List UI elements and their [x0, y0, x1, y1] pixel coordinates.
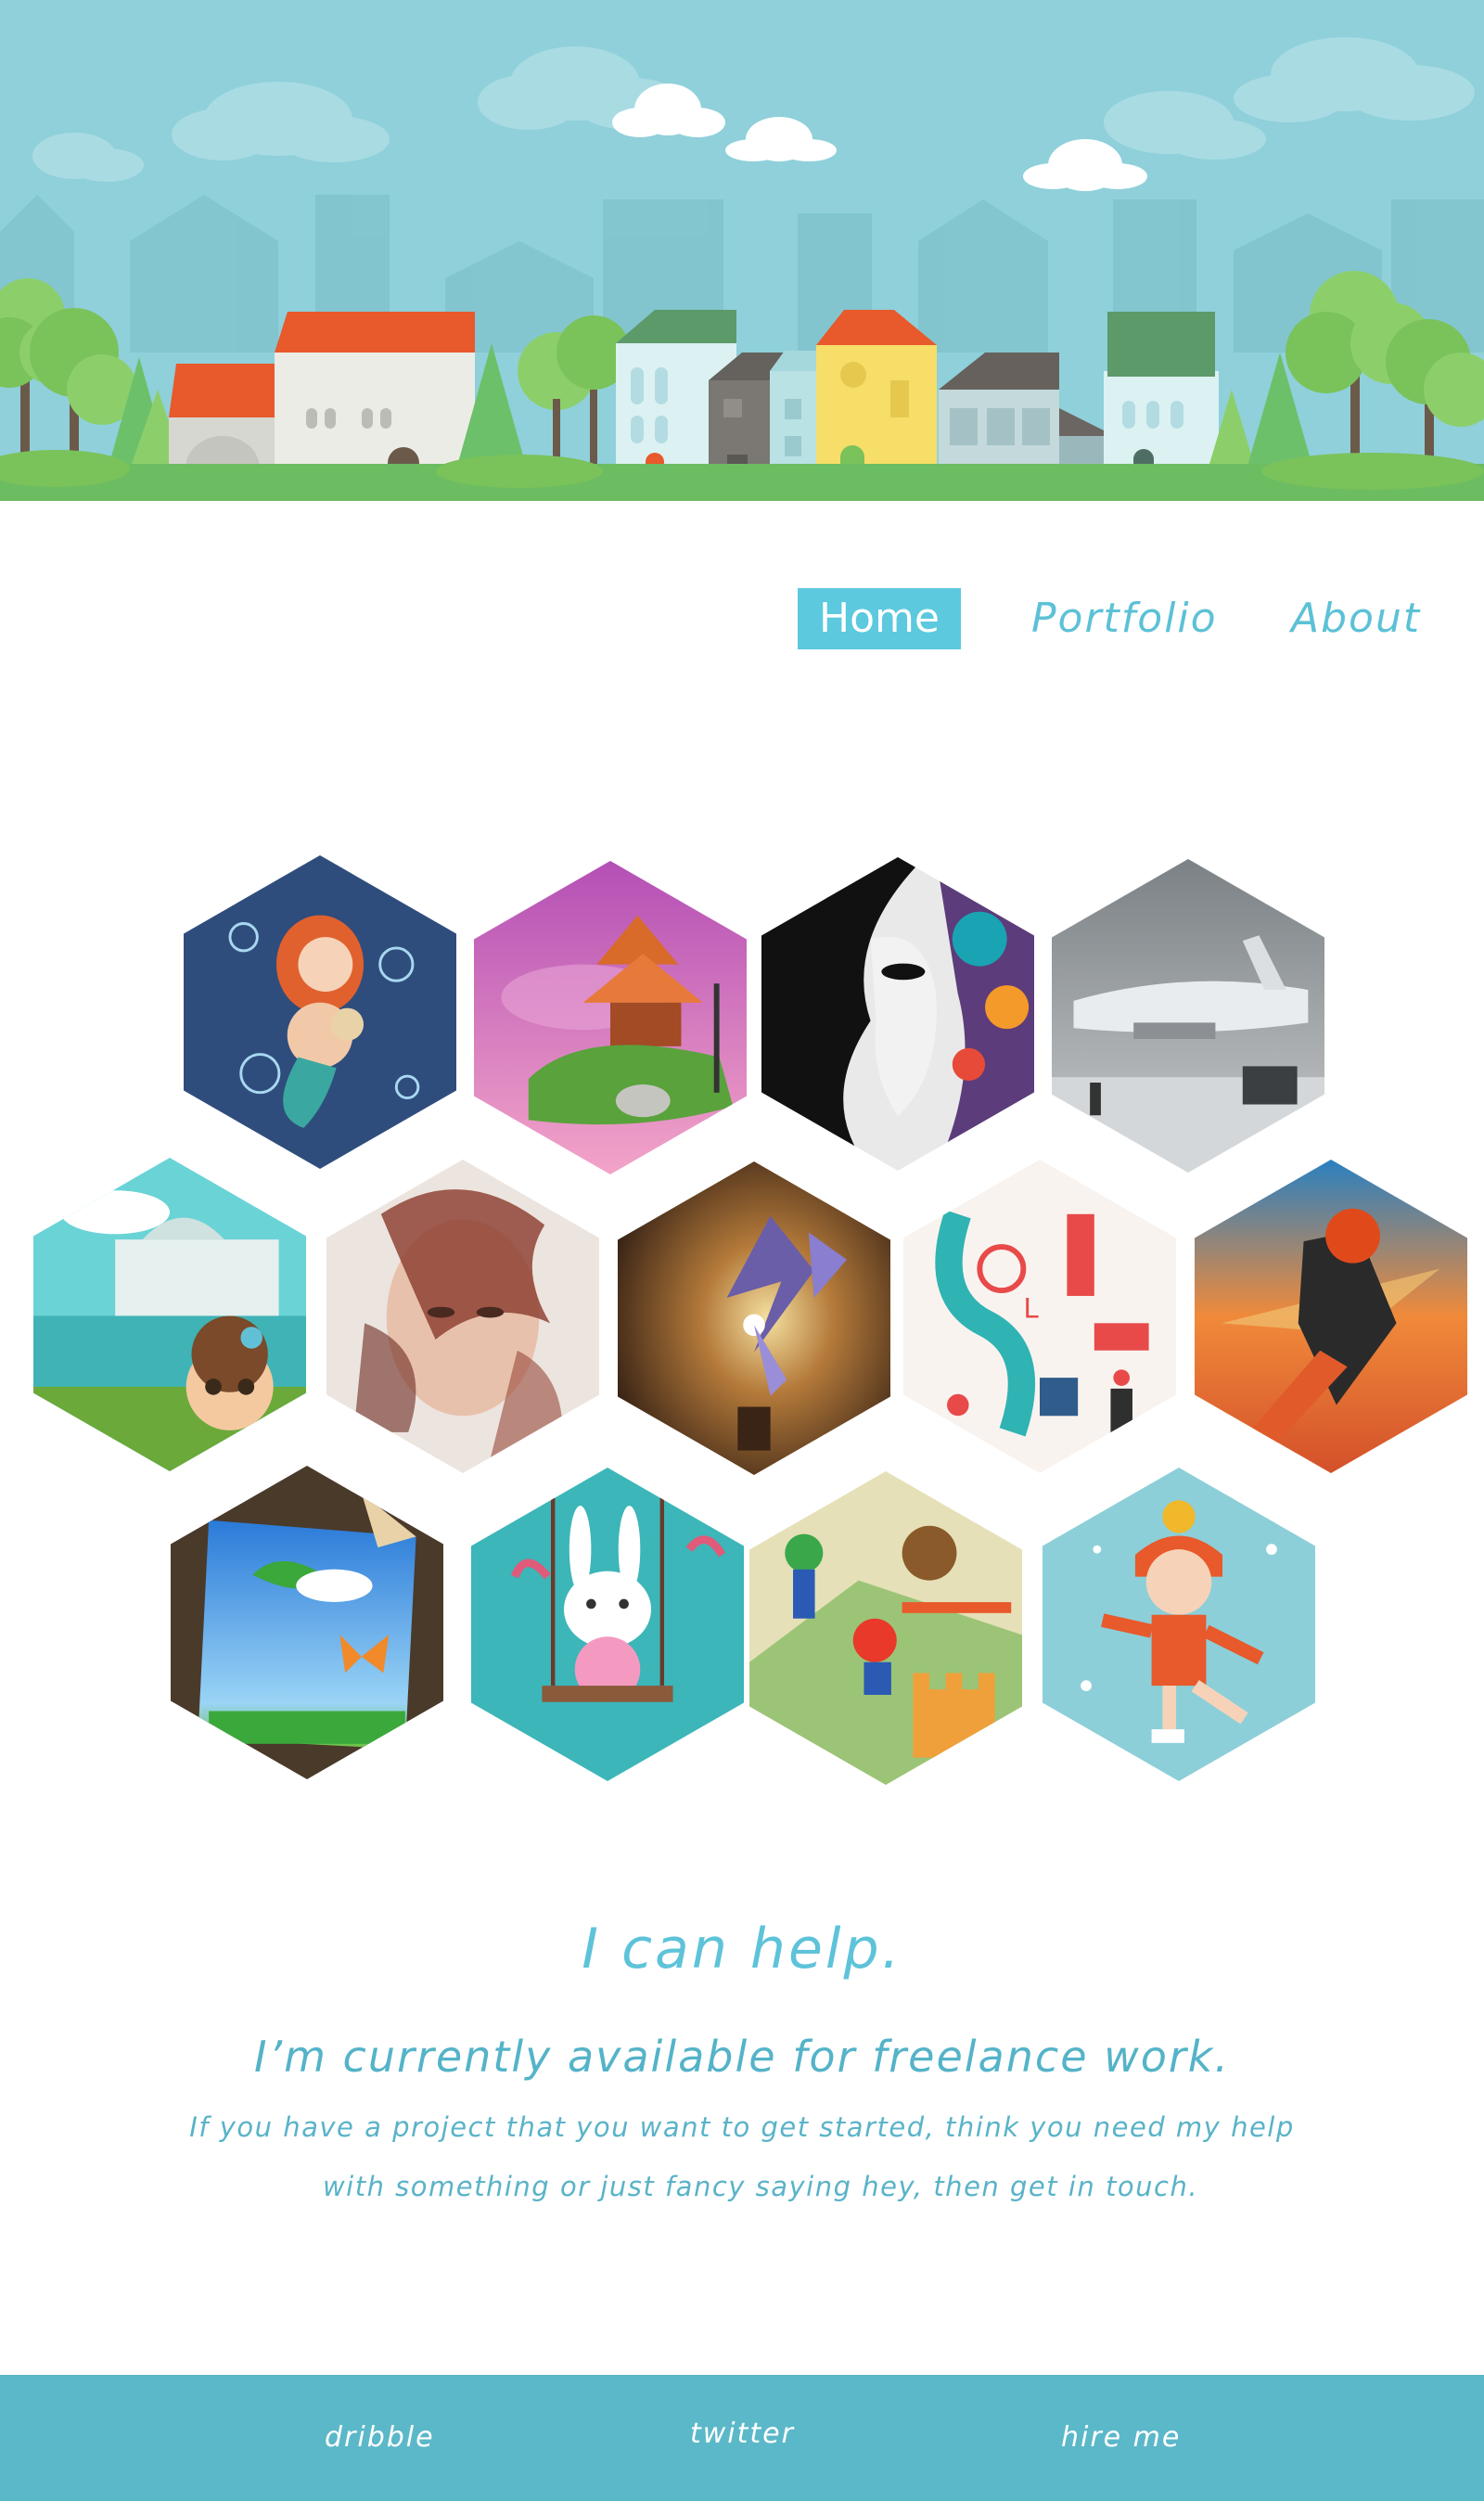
town-banner [0, 0, 1484, 501]
gallery-item-double-exposure[interactable] [326, 1160, 599, 1473]
nav-portfolio[interactable]: Portfolio [1031, 588, 1218, 649]
help-paragraph-line2: with something or just fancy saying hey,… [322, 2171, 1199, 2202]
footer-dribble-link[interactable]: dribble [325, 2418, 435, 2458]
footer-twitter-link[interactable]: twitter [690, 2414, 795, 2455]
help-paragraph-line1: If you have a project that you want to g… [189, 2111, 1295, 2143]
gallery-item-mermaid[interactable] [184, 855, 456, 1169]
freelance-availability: I’m currently available for freelance wo… [253, 2032, 1231, 2082]
gallery-item-mario[interactable] [749, 1471, 1022, 1785]
gallery-item-bunny-swing[interactable] [471, 1468, 744, 1781]
gallery-item-ice-skater[interactable] [1043, 1468, 1315, 1781]
nav-about[interactable]: About [1291, 588, 1421, 649]
gallery-item-lake-town[interactable] [33, 1158, 306, 1471]
gallery-item-dragon[interactable] [618, 1161, 890, 1475]
gallery-item-abstract-face[interactable] [761, 857, 1034, 1171]
nav-home[interactable]: Home [798, 588, 961, 649]
gallery-item-butterfly-frame[interactable] [171, 1466, 443, 1779]
gallery-item-airplane[interactable] [1052, 859, 1324, 1173]
main-nav: Home Portfolio About [0, 588, 1484, 653]
help-heading: I can help. [582, 1917, 902, 1982]
footer-hire-me-link[interactable]: hire me [1061, 2418, 1181, 2458]
gallery-item-flying-warrior[interactable] [1195, 1160, 1467, 1473]
gallery-item-london[interactable]: L [903, 1160, 1176, 1473]
gallery-item-pagoda-island[interactable] [474, 861, 747, 1174]
svg-text:L: L [1023, 1292, 1039, 1324]
footer: dribble twitter hire me [0, 2375, 1484, 2501]
